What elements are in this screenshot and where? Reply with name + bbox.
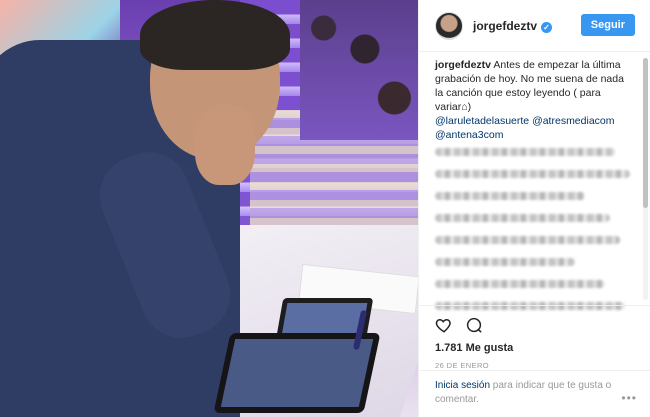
header-username[interactable]: jorgefdeztv ✓	[473, 19, 553, 33]
caption-username[interactable]: jorgefdeztv	[435, 59, 491, 71]
post-photo[interactable]	[0, 0, 418, 417]
login-prompt: Inicia sesión para indicar que te gusta …	[419, 370, 650, 417]
blurred-comment	[435, 214, 610, 222]
blurred-comment	[435, 148, 615, 156]
person-hair	[140, 0, 290, 70]
login-link[interactable]: Inicia sesión	[435, 380, 490, 391]
follow-button[interactable]: Seguir	[580, 14, 635, 36]
action-icons	[435, 314, 635, 336]
verified-badge-icon: ✓	[541, 21, 553, 33]
blurred-comment	[435, 192, 585, 200]
mention-atresmediacom[interactable]: @atresmediacom	[532, 115, 614, 127]
mention-laruletadelasuerte[interactable]: @laruletadelasuerte	[435, 115, 529, 127]
heart-icon[interactable]	[435, 316, 453, 334]
blurred-comments	[435, 148, 635, 324]
blurred-comment	[435, 236, 620, 244]
more-options-icon[interactable]: •••	[621, 391, 637, 405]
post-header: jorgefdeztv ✓ Seguir	[419, 0, 650, 52]
person-hand	[195, 105, 255, 185]
studio-audience	[300, 0, 418, 140]
post-actions: 1.781 Me gusta 26 DE ENERO	[419, 305, 650, 370]
scrollbar-thumb[interactable]	[643, 58, 648, 208]
caption: jorgefdeztv Antes de empezar la última g…	[435, 58, 635, 142]
mention-antena3com[interactable]: @antena3com	[435, 129, 503, 141]
comments-scrollbar[interactable]	[643, 58, 648, 300]
post-date: 26 DE ENERO	[435, 361, 489, 370]
like-count[interactable]: 1.781 Me gusta	[435, 342, 635, 354]
comment-icon[interactable]	[465, 316, 483, 334]
instagram-post: jorgefdeztv ✓ Seguir jorgefdeztv Antes de…	[0, 0, 650, 417]
blurred-comment	[435, 170, 630, 178]
blurred-comment	[435, 280, 605, 288]
header-username-text[interactable]: jorgefdeztv	[473, 19, 537, 33]
avatar[interactable]	[435, 11, 463, 40]
post-sidebar: jorgefdeztv ✓ Seguir jorgefdeztv Antes de…	[418, 0, 650, 417]
blurred-comment	[435, 258, 575, 266]
